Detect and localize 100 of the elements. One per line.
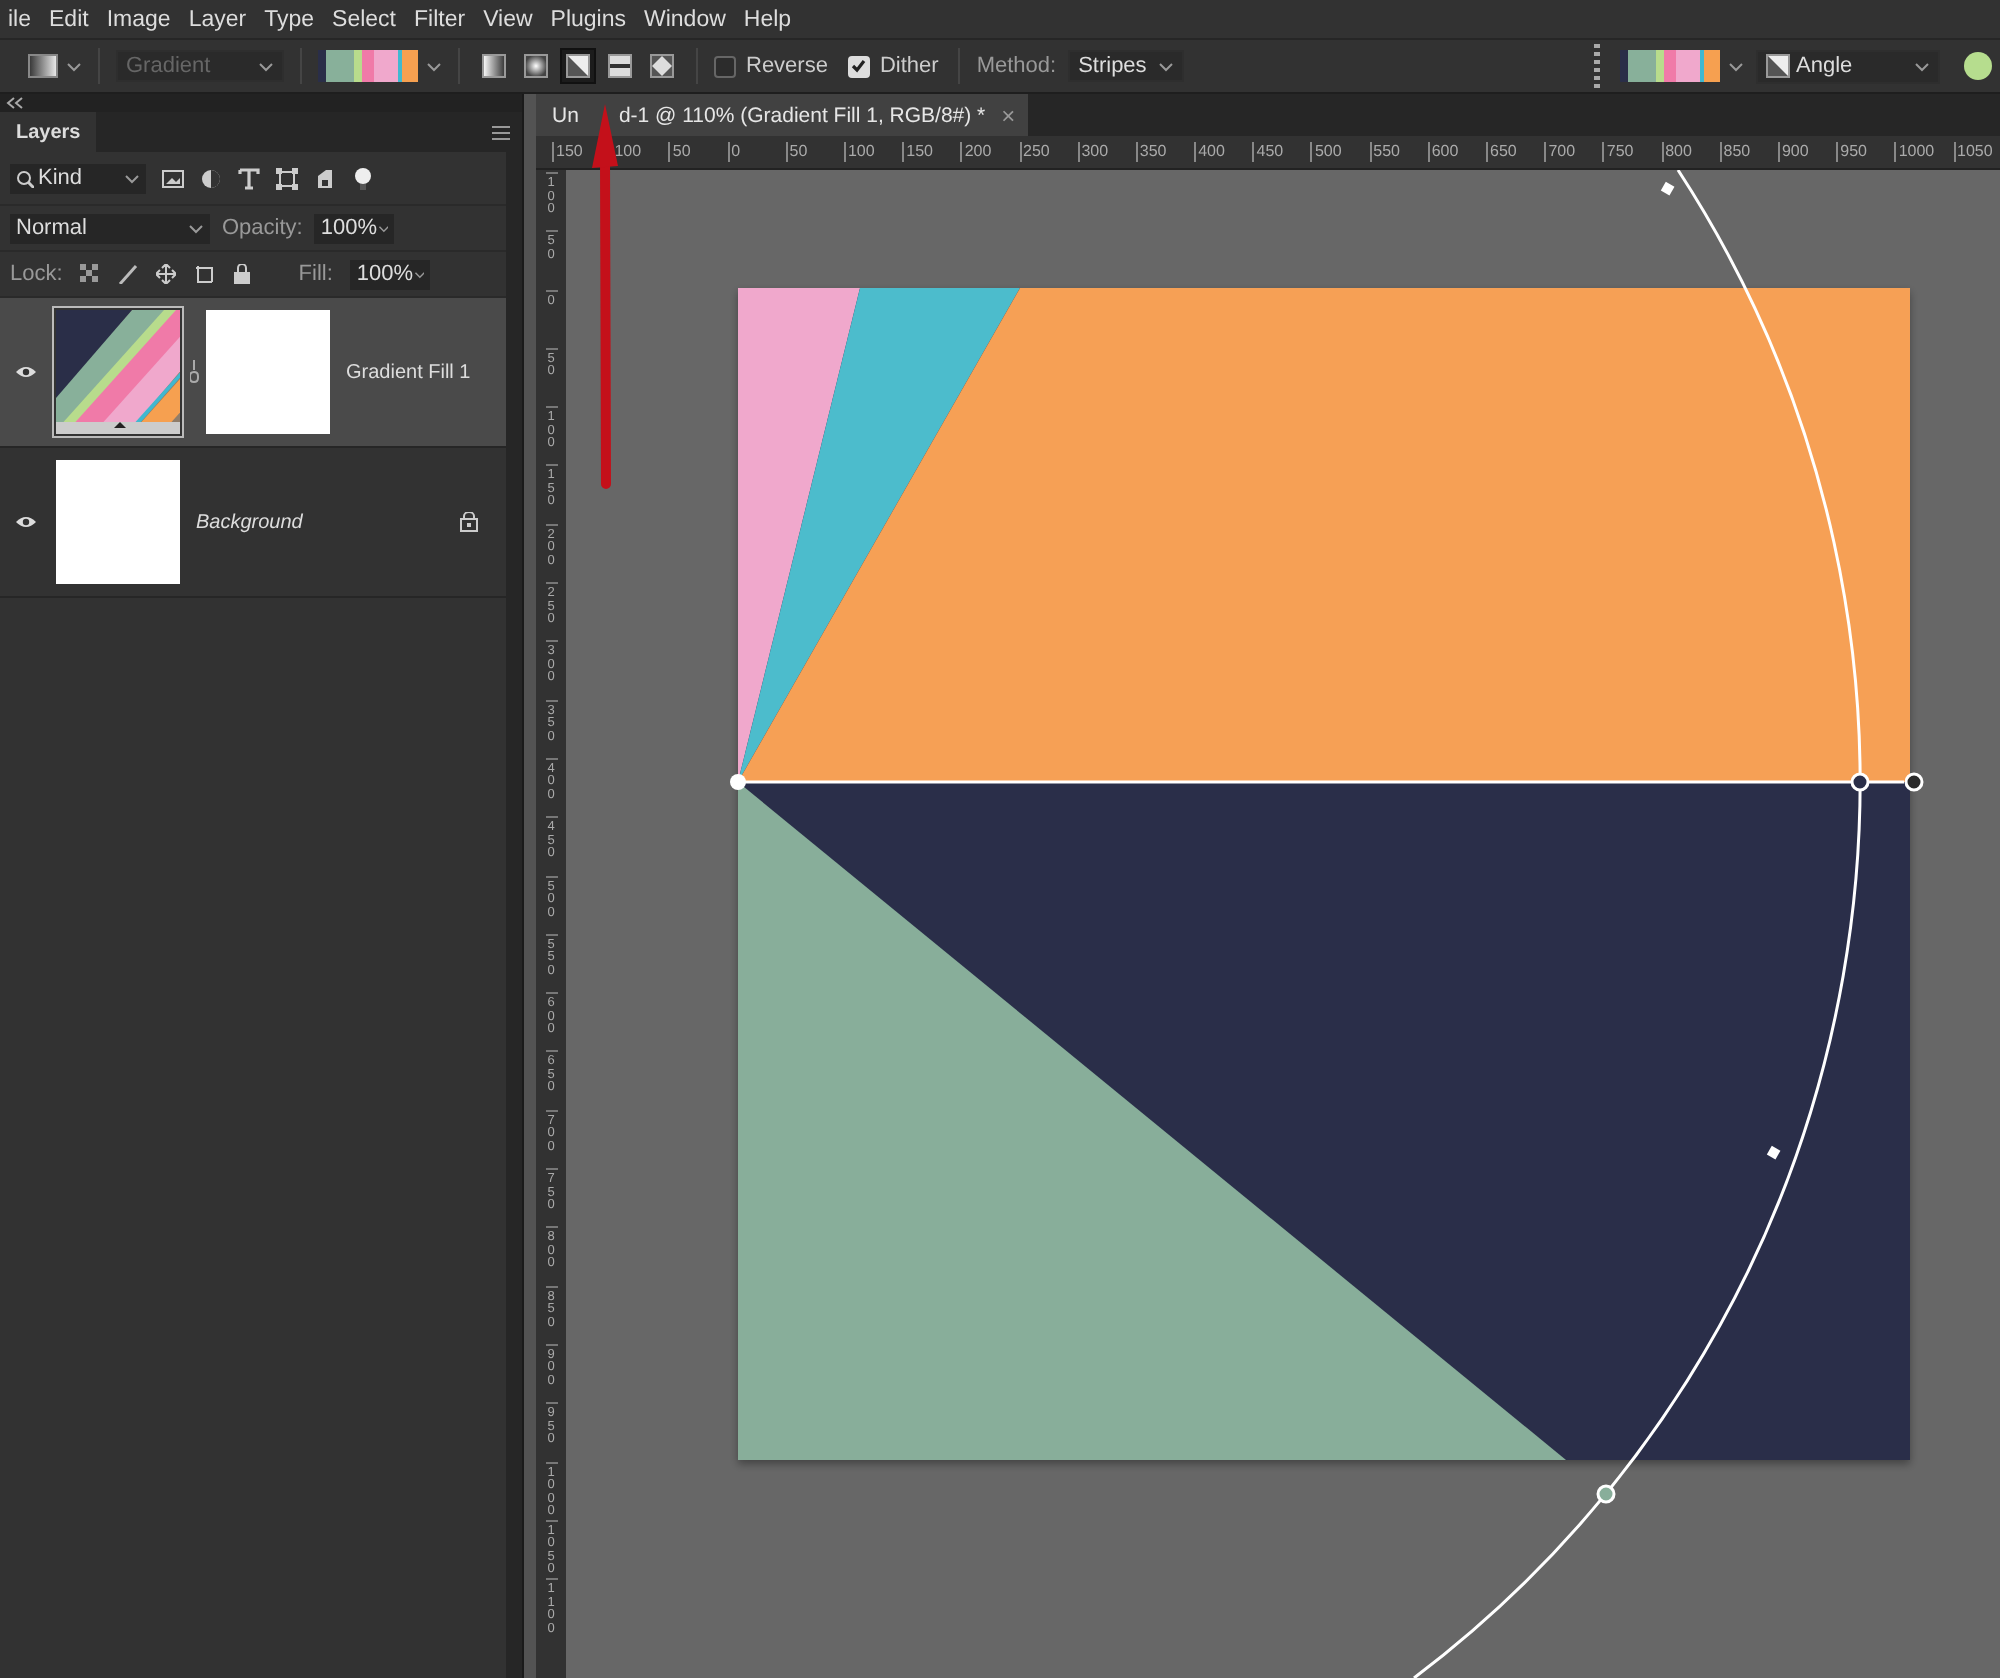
layer-row[interactable]: Gradient Fill 1 <box>0 298 506 448</box>
ruler-label: 350 <box>1135 142 1195 162</box>
ruler-label: 750 <box>1602 142 1662 162</box>
opacity-label: Opacity: <box>222 216 303 240</box>
caret-icon <box>124 171 140 185</box>
layer-name[interactable]: Background <box>196 511 303 533</box>
reflected-gradient-icon <box>608 54 632 78</box>
ruler-label: 500 <box>1310 142 1370 162</box>
caret-icon <box>258 59 274 73</box>
panel-menu-icon[interactable] <box>492 123 510 141</box>
menu-item[interactable]: Plugins <box>542 7 636 31</box>
brush-icon[interactable] <box>118 264 139 284</box>
filter-toggle-icon[interactable] <box>352 167 374 189</box>
shape-filter-icon[interactable] <box>276 167 298 189</box>
caret-icon <box>188 221 204 235</box>
document-tab[interactable]: Un d-1 @ 110% (Gradient Fill 1, RGB/8#) * × <box>536 94 1028 136</box>
type-filter-icon[interactable] <box>238 167 260 189</box>
gradient-swatch[interactable] <box>318 50 418 82</box>
linear-gradient-button[interactable] <box>476 48 512 84</box>
ruler-label: 0 <box>727 142 786 162</box>
linear-gradient-icon <box>482 54 506 78</box>
menu-item[interactable]: Type <box>256 7 325 31</box>
ruler-label: 600 <box>1427 142 1486 162</box>
ruler-label: 150 <box>902 142 961 162</box>
close-button[interactable]: × <box>1001 101 1016 129</box>
adjustment-filter-icon[interactable] <box>200 167 222 189</box>
caret-icon <box>1158 59 1175 73</box>
reflected-gradient-button[interactable] <box>602 48 638 84</box>
lock-transparency-icon[interactable] <box>80 264 101 284</box>
checkbox-label: Reverse <box>746 54 828 78</box>
ruler-label: 550 <box>1369 142 1428 162</box>
caret-icon <box>413 267 425 281</box>
ruler-label: 1000 <box>1894 142 1953 162</box>
angle-gradient-icon <box>1766 54 1790 78</box>
filter-dropdown[interactable]: Kind <box>10 163 146 193</box>
document-title: Un <box>552 103 579 127</box>
ruler-label: 900 <box>1777 142 1837 162</box>
menu-item[interactable]: Window <box>636 7 736 31</box>
radial-gradient-button[interactable] <box>518 48 554 84</box>
menu-item[interactable]: Layer <box>180 7 257 31</box>
blend-mode-dropdown[interactable]: Normal <box>10 213 210 243</box>
ruler-label: 650 <box>1486 142 1545 162</box>
caret-icon <box>66 59 82 73</box>
collapse-icon[interactable] <box>6 96 24 110</box>
ruler-label: 850 <box>1719 142 1778 162</box>
search-icon <box>16 169 34 187</box>
lock-icon[interactable] <box>232 264 253 284</box>
caret-icon <box>377 221 389 235</box>
gradient-tool-icon[interactable] <box>28 54 58 78</box>
ruler-label: 450 <box>1252 142 1311 162</box>
menu-item[interactable]: Filter <box>406 7 476 31</box>
menu-item[interactable]: Help <box>735 7 802 31</box>
gradient-thumbnail <box>52 306 184 438</box>
gradient-swatch[interactable] <box>1620 50 1720 82</box>
check-icon <box>850 58 867 74</box>
mask-thumbnail <box>206 310 330 434</box>
angle-gradient-button[interactable] <box>560 48 596 84</box>
menu-item[interactable]: Edit <box>41 7 99 31</box>
method-label: Method: <box>976 54 1057 78</box>
ruler-label: 1050 <box>1953 142 2000 162</box>
drag-handle-icon[interactable] <box>1594 44 1600 88</box>
layer-name[interactable]: Gradient Fill 1 <box>346 361 471 383</box>
move-icon[interactable] <box>156 264 177 284</box>
style-dropdown[interactable]: Angle <box>1756 49 1940 83</box>
lock-label: Lock: <box>10 262 63 286</box>
eye-icon[interactable] <box>16 364 36 380</box>
ruler-label: 800 <box>1661 142 1720 162</box>
menu-item[interactable]: View <box>475 7 543 31</box>
menu-item[interactable]: Select <box>324 7 406 31</box>
ruler-label: 250 <box>1019 142 1078 162</box>
ruler-label: 300 <box>1077 142 1136 162</box>
layers-tab[interactable]: Layers <box>0 112 97 152</box>
color-swatch[interactable] <box>1964 52 1992 80</box>
eye-icon[interactable] <box>16 514 36 530</box>
document-title: d-1 @ 110% (Gradient Fill 1, RGB/8#) * <box>618 103 986 127</box>
ruler-label: 50 <box>785 142 844 162</box>
ruler-label: 200 <box>960 142 1019 162</box>
image-filter-icon[interactable] <box>162 167 184 189</box>
diamond-gradient-button[interactable] <box>644 48 680 84</box>
method-dropdown[interactable]: Stripes <box>1068 50 1185 82</box>
artboard-icon[interactable] <box>194 264 215 284</box>
caret-icon <box>426 59 442 73</box>
fill-field[interactable]: 100% <box>350 259 431 289</box>
smart-object-filter-icon[interactable] <box>314 167 336 189</box>
ruler-label: 950 <box>1836 142 1895 162</box>
link-icon <box>190 360 200 384</box>
menu-item[interactable]: Image <box>98 7 181 31</box>
checkbox[interactable] <box>714 55 736 77</box>
ruler-label: 700 <box>1544 142 1603 162</box>
ruler-label: 100 <box>843 142 903 162</box>
opacity-field[interactable]: 100% <box>314 213 395 243</box>
layer-thumbnail <box>56 460 180 584</box>
menu-item[interactable]: ile <box>0 7 42 31</box>
checkbox-label: Dither <box>879 54 939 78</box>
layer-row[interactable]: Background <box>0 448 506 598</box>
fill-label: Fill: <box>298 262 333 286</box>
diamond-gradient-icon <box>650 54 674 78</box>
radial-gradient-icon <box>524 54 548 78</box>
angle-gradient-icon <box>566 54 590 78</box>
ruler-label: 400 <box>1194 142 1253 162</box>
